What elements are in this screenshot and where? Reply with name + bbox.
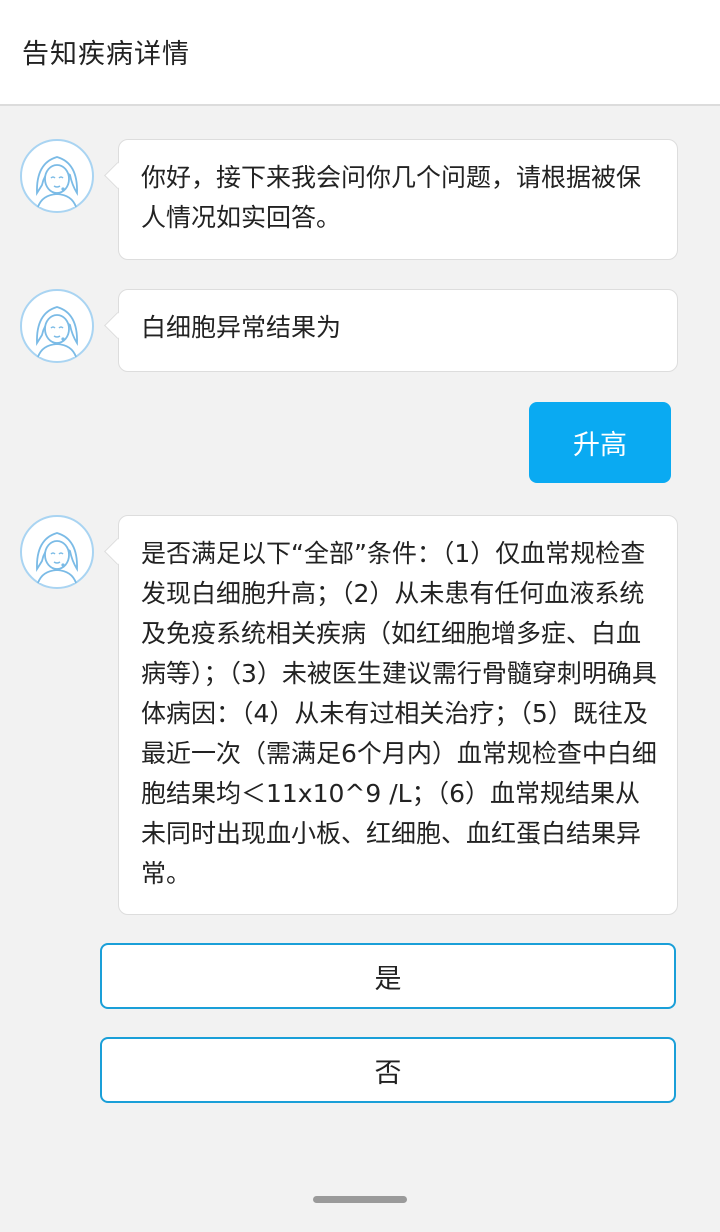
agent-avatar-icon xyxy=(20,515,94,589)
option-yes-button[interactable]: 是 xyxy=(100,943,676,1009)
app-header: 告知疾病详情 xyxy=(0,0,720,106)
agent-message-greeting: 你好，接下来我会问你几个问题，请根据被保人情况如实回答。 xyxy=(118,139,678,260)
page-title: 告知疾病详情 xyxy=(22,39,190,70)
user-reply-bubble: 升高 xyxy=(529,402,671,483)
agent-avatar-icon xyxy=(20,139,94,213)
agent-message-conditions: 是否满足以下“全部”条件：（1）仅血常规检查发现白细胞升高；（2）从未患有任何血… xyxy=(118,515,678,915)
option-no-button[interactable]: 否 xyxy=(100,1037,676,1103)
home-indicator[interactable] xyxy=(313,1196,407,1203)
agent-message-question: 白细胞异常结果为 xyxy=(118,289,678,372)
agent-avatar-icon xyxy=(20,289,94,363)
